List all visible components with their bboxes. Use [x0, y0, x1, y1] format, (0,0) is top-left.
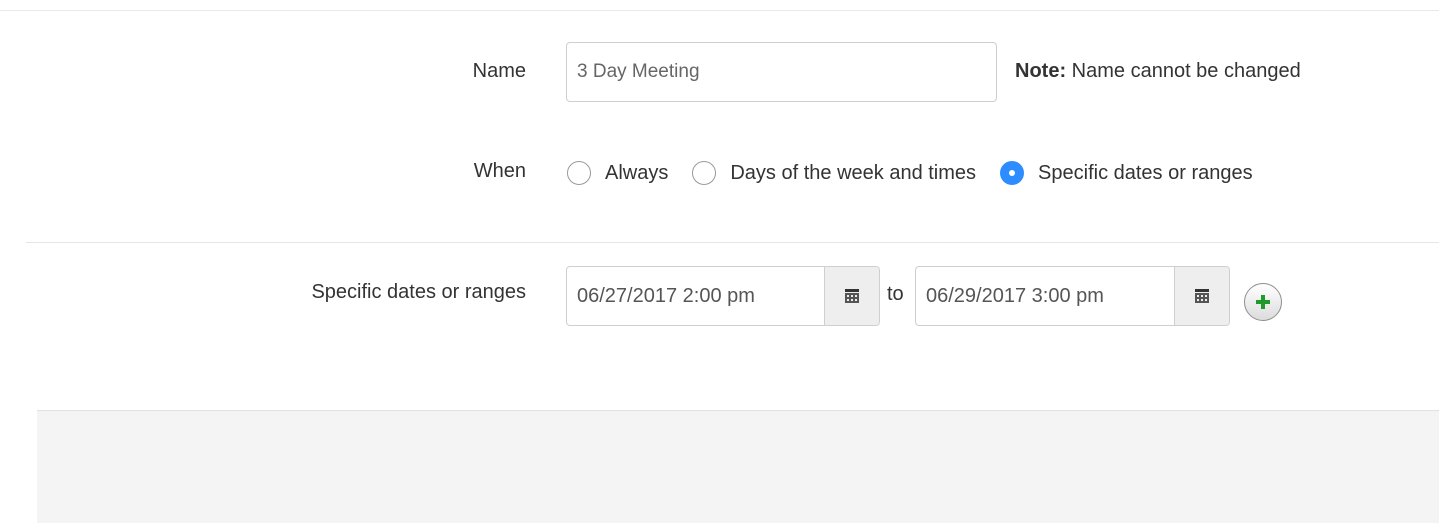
radio-days-of-week-button[interactable] — [692, 161, 717, 185]
end-calendar-button[interactable] — [1174, 267, 1229, 325]
radio-days-of-week-label[interactable]: Days of the week and times — [730, 162, 976, 185]
when-label: When — [473, 160, 526, 182]
name-input[interactable]: 3 Day Meeting — [566, 42, 997, 102]
radio-always-label[interactable]: Always — [605, 162, 668, 185]
name-label: Name — [472, 60, 526, 82]
radio-always-button[interactable] — [567, 161, 591, 185]
start-date-input[interactable]: 06/27/2017 2:00 pm — [567, 267, 824, 325]
end-date-group: 06/29/2017 3:00 pm — [915, 266, 1230, 326]
radio-specific-dates-button[interactable] — [1000, 161, 1025, 185]
end-date-input[interactable]: 06/29/2017 3:00 pm — [916, 267, 1174, 325]
calendar-icon — [1195, 289, 1209, 303]
note-text: Name cannot be changed — [1066, 60, 1301, 82]
when-radio-group: Always Days of the week and times Specif… — [567, 158, 1277, 188]
schedule-form-page: Name 3 Day Meeting Note: Name cannot be … — [0, 0, 1439, 523]
name-note: Note: Name cannot be changed — [1015, 60, 1301, 83]
start-calendar-button[interactable] — [824, 267, 879, 325]
note-prefix: Note: — [1015, 60, 1067, 82]
add-date-range-button[interactable] — [1244, 283, 1282, 321]
date-range-separator: to — [887, 283, 904, 305]
section-divider — [26, 242, 1439, 243]
radio-specific-dates-label[interactable]: Specific dates or ranges — [1038, 162, 1253, 185]
footer-area — [37, 410, 1439, 523]
calendar-icon — [845, 289, 859, 303]
top-divider — [0, 10, 1439, 11]
radio-always[interactable]: Always — [567, 161, 668, 185]
radio-days-of-week[interactable]: Days of the week and times — [692, 161, 976, 185]
dates-label: Specific dates or ranges — [311, 281, 526, 303]
plus-icon — [1256, 295, 1270, 309]
start-date-group: 06/27/2017 2:00 pm — [566, 266, 880, 326]
radio-specific-dates[interactable]: Specific dates or ranges — [1000, 161, 1253, 185]
name-input-value: 3 Day Meeting — [577, 61, 700, 82]
